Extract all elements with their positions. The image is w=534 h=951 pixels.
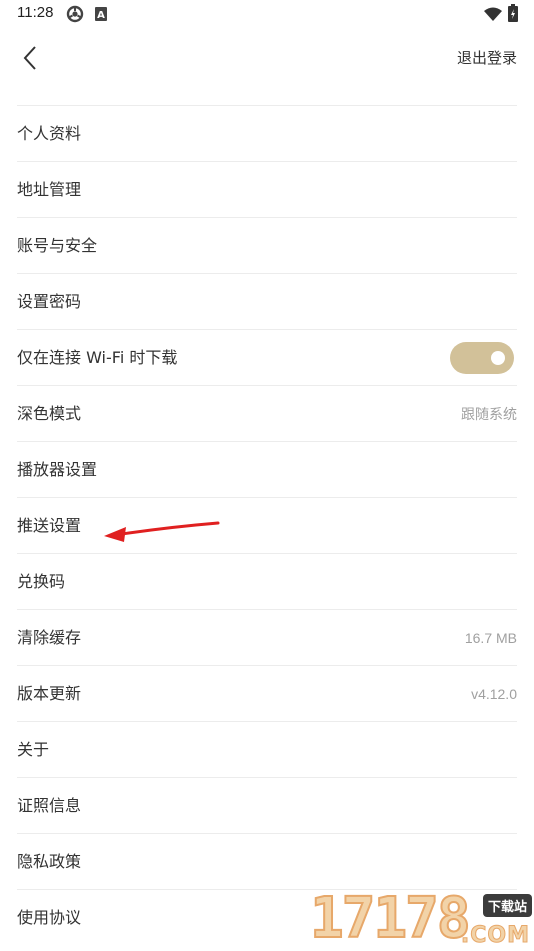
menu-item-label: 个人资料 <box>17 123 82 143</box>
menu-item-privacy-policy[interactable]: 隐私政策 <box>17 834 517 890</box>
menu-item-set-password[interactable]: 设置密码 <box>17 274 517 330</box>
menu-item-label: 隐私政策 <box>17 851 82 871</box>
menu-item-redeem-code[interactable]: 兑换码 <box>17 554 517 610</box>
toggle-knob <box>491 350 505 365</box>
menu-item-label: 仅在连接 Wi-Fi 时下载 <box>17 347 178 367</box>
menu-item-label: 证照信息 <box>17 795 82 815</box>
a-badge-icon: A <box>95 6 107 25</box>
menu-item-label: 推送设置 <box>17 515 82 535</box>
menu-item-address[interactable]: 地址管理 <box>17 162 517 218</box>
menu-item-label: 设置密码 <box>17 291 82 311</box>
menu-item-version-update[interactable]: 版本更新 v4.12.0 <box>17 666 517 722</box>
menu-item-label: 清除缓存 <box>17 627 82 647</box>
settings-icon <box>66 5 84 27</box>
menu-item-label: 播放器设置 <box>17 459 98 479</box>
menu-item-label: 关于 <box>17 739 50 759</box>
menu-item-player-settings[interactable]: 播放器设置 <box>17 442 517 498</box>
svg-text:A: A <box>97 10 105 21</box>
menu-item-label: 深色模式 <box>17 403 82 423</box>
wifi-icon <box>484 6 502 25</box>
menu-item-dark-mode[interactable]: 深色模式 跟随系统 <box>17 386 517 442</box>
menu-item-push-settings[interactable]: 推送设置 <box>17 498 517 554</box>
dark-mode-value: 跟随系统 <box>461 405 517 422</box>
status-time: 11:28 <box>17 4 54 21</box>
menu-item-account-security[interactable]: 账号与安全 <box>17 218 517 274</box>
menu-item-label: 账号与安全 <box>17 235 98 255</box>
menu-item-label: 地址管理 <box>17 179 82 199</box>
cache-size-value: 16.7 MB <box>464 629 517 646</box>
chevron-left-icon <box>23 46 36 70</box>
version-value: v4.12.0 <box>471 685 517 702</box>
battery-icon <box>508 4 518 26</box>
settings-list: 个人资料 地址管理 账号与安全 设置密码 仅在连接 Wi-Fi 时下载 深色模式… <box>17 105 517 946</box>
status-bar: 11:28 A <box>0 0 534 28</box>
nav-bar: 退出登录 <box>0 28 534 86</box>
wifi-only-toggle[interactable] <box>450 341 514 374</box>
menu-item-label: 兑换码 <box>17 571 66 591</box>
menu-item-clear-cache[interactable]: 清除缓存 16.7 MB <box>17 610 517 666</box>
back-button[interactable] <box>14 42 46 74</box>
menu-item-profile[interactable]: 个人资料 <box>17 106 517 162</box>
menu-item-wifi-only-download: 仅在连接 Wi-Fi 时下载 <box>17 330 517 386</box>
menu-item-about[interactable]: 关于 <box>17 722 517 778</box>
menu-item-label: 版本更新 <box>17 683 82 703</box>
menu-item-user-agreement[interactable]: 使用协议 <box>17 890 517 946</box>
menu-item-license-info[interactable]: 证照信息 <box>17 778 517 834</box>
menu-item-label: 使用协议 <box>17 908 82 927</box>
logout-button[interactable]: 退出登录 <box>457 48 517 68</box>
